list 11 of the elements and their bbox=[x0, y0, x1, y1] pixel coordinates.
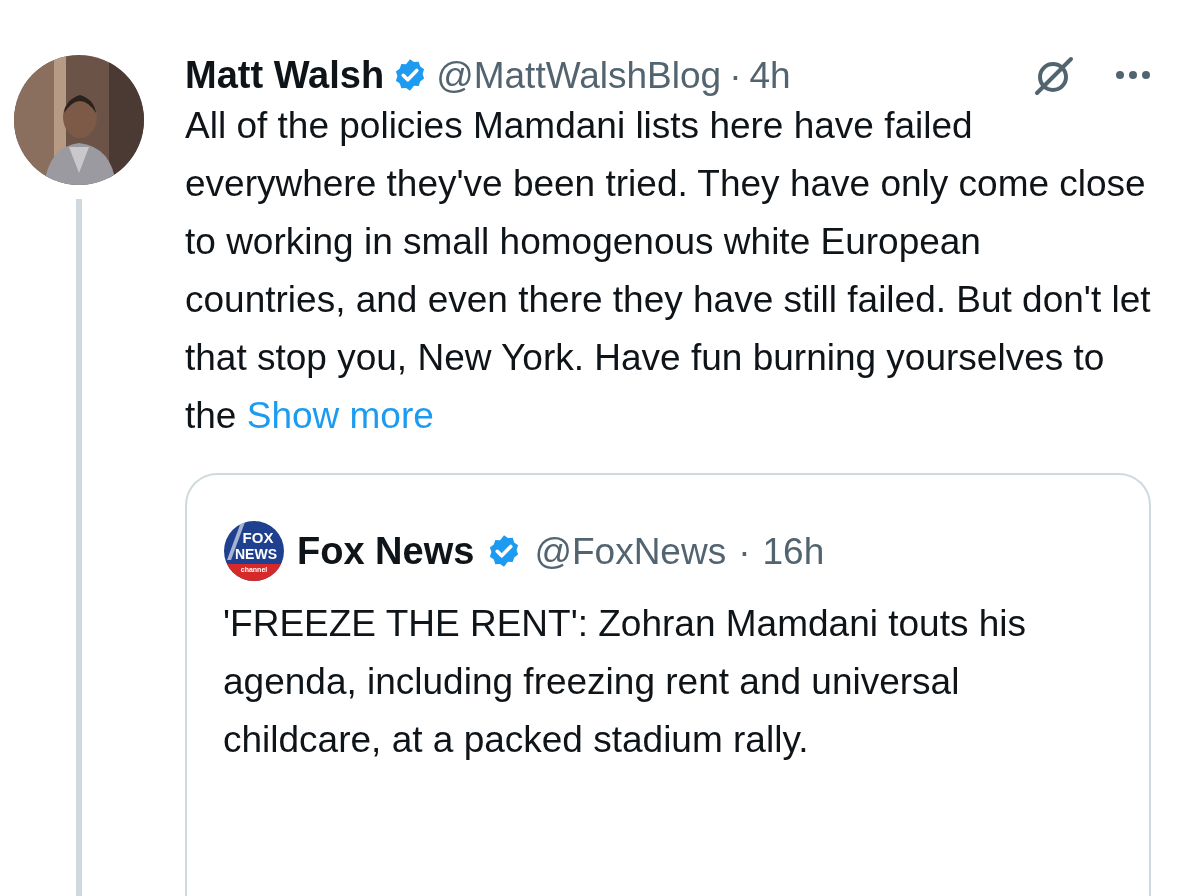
quoted-post-text: 'FREEZE THE RENT': Zohran Mamdani touts his agenda, including freezing rent and universal childcare, at a packed stadium rally. bbox=[223, 602, 1027, 762]
post-time[interactable]: 4h bbox=[749, 56, 791, 94]
dot-separator: · bbox=[738, 532, 751, 570]
more-icon[interactable] bbox=[1115, 70, 1151, 80]
author-handle[interactable]: @MattWalshBlog bbox=[436, 56, 722, 94]
quoted-author-name[interactable]: Fox News bbox=[297, 532, 475, 570]
author-name[interactable]: Matt Walsh bbox=[185, 56, 385, 94]
quoted-post-time: 16h bbox=[762, 532, 825, 570]
dot-separator: · bbox=[729, 56, 742, 94]
post-text: All of the policies Mamdani lists here have failed everywhere they've been tried. They have only come close to working in small homogenous white European countries, and even there they have still failed. But don't let that stop you, New York. Have fun burning yourselves to the Show more bbox=[185, 104, 1151, 438]
quoted-author-handle[interactable]: @FoxNews bbox=[534, 532, 727, 570]
